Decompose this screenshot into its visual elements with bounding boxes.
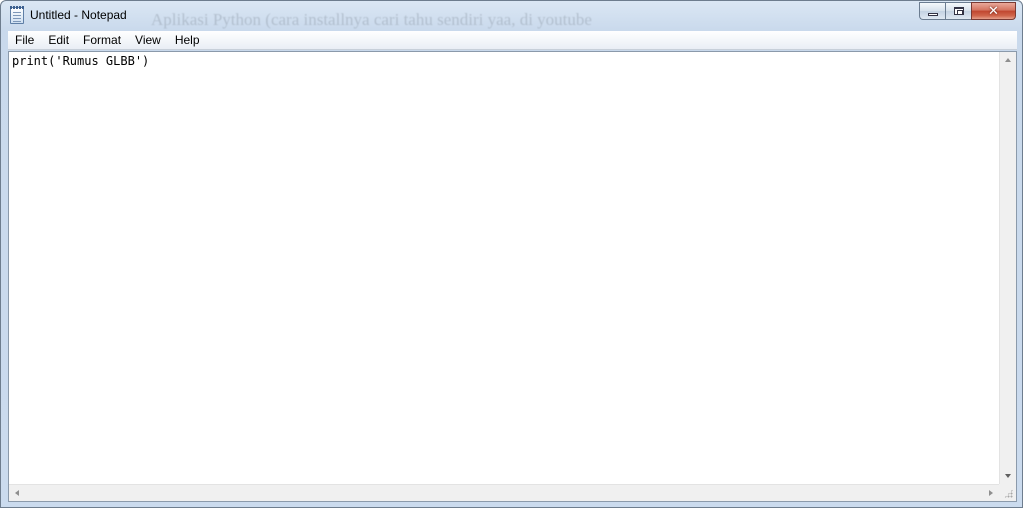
maximize-button[interactable] [945,2,971,20]
scroll-down-arrow-icon[interactable] [1005,474,1011,478]
scroll-left-arrow-icon[interactable] [15,490,19,496]
menu-format[interactable]: Format [76,31,128,50]
menu-view[interactable]: View [128,31,168,50]
caption-buttons: ✕ [919,2,1016,21]
title-bar[interactable]: Untitled - Notepad ✕ [1,1,1022,31]
editor-pane: print('Rumus GLBB') [8,51,1017,502]
minimize-icon [927,12,938,16]
horizontal-scrollbar[interactable] [9,484,999,501]
menu-bar: File Edit Format View Help [8,31,1017,50]
vertical-scrollbar[interactable] [999,52,1016,484]
scroll-right-arrow-icon[interactable] [989,490,993,496]
notepad-window: Aplikasi Python (cara installnya cari ta… [0,0,1023,508]
scroll-up-arrow-icon[interactable] [1005,58,1011,62]
close-button[interactable]: ✕ [971,2,1016,20]
resize-grip[interactable] [999,484,1016,501]
minimize-button[interactable] [919,2,945,20]
notepad-icon[interactable] [10,6,24,24]
maximize-icon [953,7,964,15]
menu-edit[interactable]: Edit [41,31,76,50]
close-icon: ✕ [988,3,999,19]
window-title: Untitled - Notepad [30,8,127,22]
menu-file[interactable]: File [8,31,41,50]
resize-grip-icon [1004,489,1013,498]
menu-help[interactable]: Help [168,31,207,50]
text-editor[interactable]: print('Rumus GLBB') [12,54,996,481]
